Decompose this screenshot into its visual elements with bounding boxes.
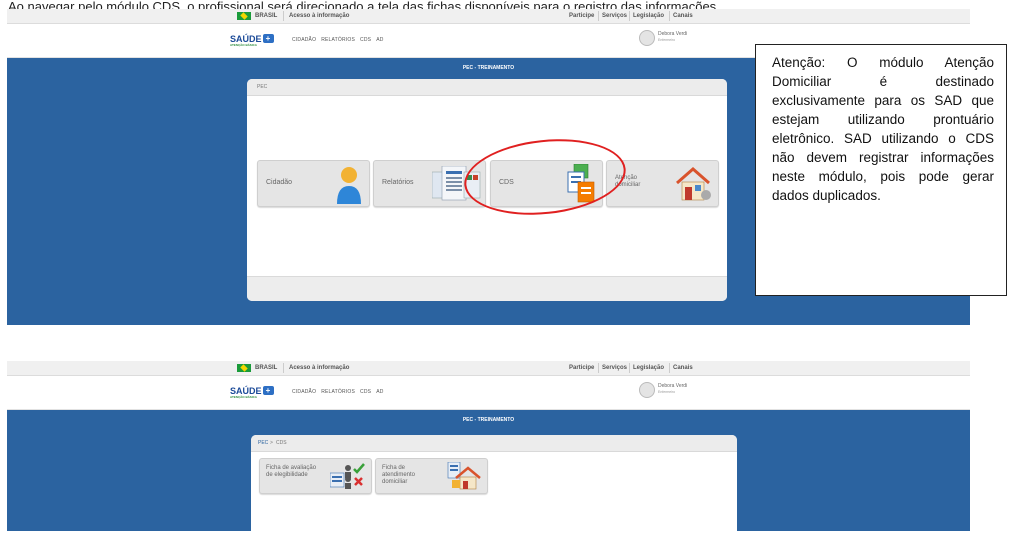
acesso-informacao-link[interactable]: Acesso à informação	[289, 9, 349, 23]
tile-relatorios-label: Relatórios	[382, 179, 414, 186]
gov-brasil-link[interactable]: BRASIL	[255, 361, 277, 375]
canais-link[interactable]: Canais	[673, 9, 693, 23]
breadcrumb: PEC	[247, 79, 727, 96]
breadcrumb-pec-link[interactable]: PEC	[258, 440, 268, 446]
nav-cidadao[interactable]: CIDADÃO	[292, 37, 316, 43]
nav-cds[interactable]: CDS	[360, 37, 371, 43]
tile-ficha-atendimento-domiciliar-label: Ficha de atendimento domiciliar	[382, 465, 416, 485]
main-nav: CIDADÃO RELATÓRIOS CDS AD	[292, 37, 389, 43]
acesso-informacao-link[interactable]: Acesso à informação	[289, 361, 349, 375]
brazil-flag-icon	[237, 12, 251, 20]
nav-relatorios[interactable]: RELATÓRIOS	[321, 389, 355, 395]
user-role: Enfermeiro	[658, 38, 676, 42]
attention-note: Atenção: O módulo Atenção Domiciliar é d…	[755, 44, 1007, 296]
home-visit-form-icon	[447, 462, 481, 490]
tile-cidadao[interactable]: Cidadão	[257, 160, 370, 207]
breadcrumb-cds: CDS	[276, 440, 287, 446]
tile-cidadao-label: Cidadão	[266, 179, 293, 186]
participe-link[interactable]: Participe	[569, 361, 594, 375]
participe-link[interactable]: Participe	[569, 9, 594, 23]
app-header-2: SAÚDE + ATENÇÃO BÁSICA CIDADÃO RELATÓRIOS C…	[7, 376, 970, 410]
page-title-2: PEC - TREINAMENTO	[462, 417, 515, 423]
servicos-link[interactable]: Serviços	[602, 9, 627, 23]
gov-brasil-link[interactable]: BRASIL	[255, 9, 277, 23]
plus-icon: +	[262, 34, 274, 43]
canais-link[interactable]: Canais	[673, 361, 693, 375]
plus-icon: +	[262, 386, 274, 395]
breadcrumb-2: PEC > CDS	[251, 435, 737, 452]
servicos-link[interactable]: Serviços	[602, 361, 627, 375]
gov-bar: BRASIL Acesso à informação Participe Ser…	[7, 9, 970, 24]
main-nav: CIDADÃO RELATÓRIOS CDS AD	[292, 389, 389, 395]
saude-logo[interactable]: SAÚDE + ATENÇÃO BÁSICA	[230, 34, 274, 47]
saude-logo[interactable]: SAÚDE + ATENÇÃO BÁSICA	[230, 386, 274, 399]
tile-ficha-elegibilidade[interactable]: Ficha de avaliação de elegibilidade	[259, 458, 372, 494]
brazil-flag-icon	[237, 364, 251, 372]
user-name: Debora Verdi	[658, 31, 688, 37]
nav-ad[interactable]: AD	[376, 389, 383, 395]
panel-footer	[247, 276, 727, 301]
nav-relatorios[interactable]: RELATÓRIOS	[321, 37, 355, 43]
user-name: Debora Verdi	[658, 383, 688, 389]
legislacao-link[interactable]: Legislação	[633, 361, 664, 375]
nav-cds[interactable]: CDS	[360, 389, 371, 395]
user-avatar-icon[interactable]	[639, 382, 655, 398]
gov-bar-2: BRASIL Acesso à informação Participe Ser…	[7, 361, 970, 376]
legislacao-link[interactable]: Legislação	[633, 9, 664, 23]
user-role: Enfermeiro	[658, 390, 676, 394]
user-avatar-icon[interactable]	[639, 30, 655, 46]
breadcrumb-pec[interactable]: PEC	[257, 84, 267, 90]
breadcrumb-separator: >	[270, 440, 273, 446]
home-care-icon	[676, 167, 711, 201]
citizen-icon	[337, 167, 361, 204]
tile-ficha-elegibilidade-label: Ficha de avaliação de elegibilidade	[266, 465, 317, 478]
screenshot-2: BRASIL Acesso à informação Participe Ser…	[7, 361, 970, 535]
nav-ad[interactable]: AD	[376, 37, 383, 43]
tile-ficha-atendimento-domiciliar[interactable]: Ficha de atendimento domiciliar	[375, 458, 488, 494]
eligibility-form-icon	[330, 463, 365, 489]
cds-panel: PEC > CDS Ficha de avaliação de elegibil…	[251, 435, 737, 535]
nav-cidadao[interactable]: CIDADÃO	[292, 389, 316, 395]
content-band-2: PEC - TREINAMENTO PEC > CDS Ficha de ava…	[7, 410, 970, 535]
